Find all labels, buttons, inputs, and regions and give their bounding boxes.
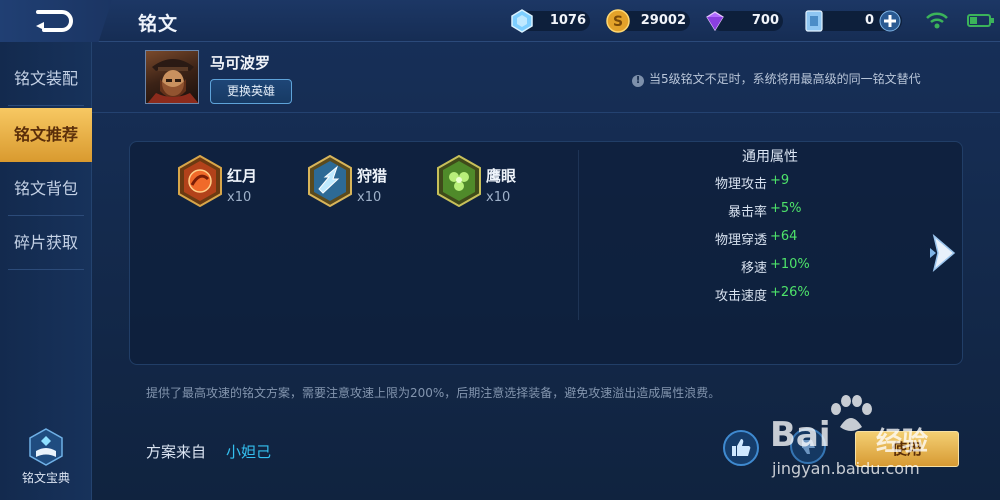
sidebar-item-rune-recommend[interactable]: 铭文推荐 bbox=[0, 108, 92, 162]
wifi-icon bbox=[926, 12, 948, 29]
page-title: 铭文 bbox=[138, 13, 179, 35]
crystal-counter: 700 bbox=[703, 9, 783, 33]
crystal-value: 700 bbox=[751, 13, 779, 28]
attribute-value: +64 bbox=[770, 229, 798, 244]
add-plus-icon[interactable] bbox=[879, 10, 901, 32]
rune-name: 狩猎 bbox=[357, 167, 388, 185]
sidebar: 铭文装配 铭文推荐 铭文背包 碎片获取 铭文宝典 bbox=[0, 42, 92, 500]
attribute-name: 暴击率 bbox=[727, 205, 767, 220]
sidebar-item-rune-equip[interactable]: 铭文装配 bbox=[0, 52, 92, 106]
battery-icon bbox=[967, 14, 991, 27]
attribute-value: +5% bbox=[770, 201, 802, 216]
watermark-brand: Bai bbox=[770, 415, 831, 455]
voucher-counter: 0 bbox=[802, 9, 906, 33]
attribute-row: 暴击率 +5% bbox=[654, 201, 894, 221]
rune-name: 鹰眼 bbox=[486, 167, 517, 185]
attribute-row: 物理攻击 +9 bbox=[654, 173, 894, 193]
attribute-value: +10% bbox=[770, 257, 810, 272]
gold-coin-icon: S bbox=[606, 9, 630, 33]
back-arrow-icon bbox=[36, 10, 73, 32]
attribute-row: 物理穿透 +64 bbox=[654, 229, 894, 249]
hero-name: 马可波罗 bbox=[210, 54, 271, 72]
next-plan-arrow-icon[interactable] bbox=[928, 232, 960, 274]
attribute-value: +26% bbox=[770, 285, 810, 300]
rune-codex-button[interactable]: 铭文宝典 bbox=[16, 427, 76, 497]
attribute-value: +9 bbox=[770, 173, 790, 188]
diamond-value: 1076 bbox=[549, 13, 586, 28]
hawk-eye-rune-icon bbox=[437, 155, 481, 207]
purple-crystal-icon bbox=[706, 11, 724, 32]
hero-portrait-image bbox=[147, 59, 198, 103]
attribute-row: 攻击速度 +26% bbox=[654, 285, 894, 305]
gold-counter: S 29002 bbox=[606, 9, 690, 33]
rune-name: 红月 bbox=[227, 167, 258, 185]
info-icon: ! bbox=[632, 75, 644, 87]
swap-hero-button[interactable]: 更换英雄 bbox=[210, 79, 292, 104]
voucher-card-icon bbox=[805, 10, 823, 32]
attribute-name: 攻击速度 bbox=[714, 289, 767, 304]
baidu-paw-logo bbox=[831, 395, 872, 431]
rune-codex-book-icon bbox=[29, 428, 63, 466]
voucher-value: 0 bbox=[864, 13, 874, 28]
like-button[interactable] bbox=[723, 430, 759, 466]
attributes-title: 通用属性 bbox=[742, 149, 798, 165]
rune-count: x10 bbox=[227, 190, 252, 205]
rune-item-hunt[interactable]: 狩猎 x10 bbox=[307, 155, 437, 211]
gold-value: 29002 bbox=[640, 13, 686, 28]
sidebar-item-fragment-obtain[interactable]: 碎片获取 bbox=[0, 216, 92, 270]
hero-avatar bbox=[145, 50, 199, 104]
rune-count: x10 bbox=[357, 190, 382, 205]
plan-source-label: 方案来自 bbox=[146, 443, 207, 461]
rune-item-red-moon[interactable]: 红月 x10 bbox=[177, 155, 307, 211]
red-moon-rune-icon bbox=[178, 155, 222, 207]
attribute-row: 移速 +10% bbox=[654, 257, 894, 277]
watermark-url: jingyan.baidu.com bbox=[772, 459, 920, 478]
plan-description: 提供了最高攻速的铭文方案，需要注意攻速上限为200%，后期注意选择装备，避免攻速… bbox=[146, 386, 721, 400]
sidebar-item-rune-bag[interactable]: 铭文背包 bbox=[0, 162, 92, 216]
hunt-rune-icon bbox=[308, 155, 352, 207]
thumb-up-icon bbox=[732, 439, 751, 456]
notice-text: 当5级铭文不足时，系统将用最高级的同一铭文替代 bbox=[649, 72, 921, 86]
header-divider bbox=[92, 112, 1000, 113]
svg-text:S: S bbox=[613, 14, 623, 30]
rune-codex-label: 铭文宝典 bbox=[21, 471, 70, 485]
top-bar: 铭文 1076 S 29002 700 0 bbox=[0, 0, 1000, 42]
attribute-name: 物理攻击 bbox=[714, 177, 767, 192]
rune-substitute-notice: ! 当5级铭文不足时，系统将用最高级的同一铭文替代 bbox=[632, 70, 921, 87]
attribute-name: 移速 bbox=[740, 261, 767, 276]
rune-count: x10 bbox=[486, 190, 511, 205]
watermark-brand-cn: 经验 bbox=[876, 427, 929, 457]
rune-item-hawk-eye[interactable]: 鹰眼 x10 bbox=[436, 155, 566, 211]
diamond-counter: 1076 bbox=[510, 9, 590, 33]
back-button[interactable] bbox=[0, 0, 112, 42]
attribute-name: 物理穿透 bbox=[714, 233, 767, 248]
plan-author-link[interactable]: 小妲己 bbox=[226, 441, 271, 462]
panel-divider bbox=[578, 150, 579, 320]
diamond-gem-icon bbox=[511, 9, 533, 33]
rune-plan-panel: 红月 x10 狩猎 x10 鹰眼 x10 通用属性 物理攻击 +9 暴击率 +5… bbox=[129, 141, 963, 365]
rune-recommend-screen: 铭文 1076 S 29002 700 0 铭文装配 铭文推荐 铭文背包 碎片获… bbox=[0, 0, 1000, 500]
baidu-jingyan-watermark: Bai 经验 jingyan.baidu.com bbox=[770, 395, 970, 485]
